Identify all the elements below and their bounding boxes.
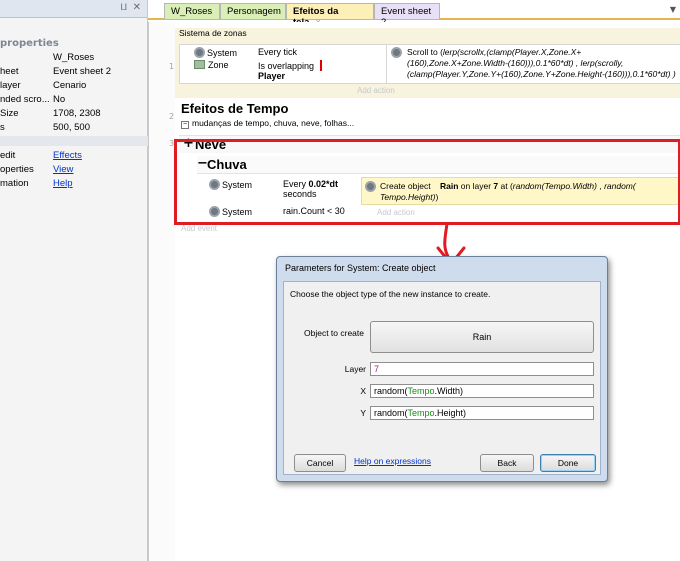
done-button[interactable]: Done xyxy=(540,454,596,472)
prop-row[interactable]: heet Event sheet 2 xyxy=(0,66,148,79)
properties-panel-header: ⨿ ✕ xyxy=(0,0,147,18)
prop-value: No xyxy=(53,94,66,105)
x-field[interactable]: random(Tempo.Width) xyxy=(370,384,594,398)
cancel-button[interactable]: Cancel xyxy=(294,454,346,472)
collapse-icon[interactable]: − xyxy=(181,121,189,129)
prop-key: s xyxy=(0,122,5,133)
create-object-dialog: Parameters for System: Create object Cho… xyxy=(276,256,608,482)
tab-event-sheet-2[interactable]: Event sheet 2 xyxy=(374,3,440,28)
prop-row[interactable]: operties View xyxy=(0,164,148,177)
tab-bar: W_Roses Personagem Efeitos da tela× Even… xyxy=(148,0,680,28)
event-group-efeitos[interactable]: Efeitos de Tempo − mudanças de tempo, chu… xyxy=(179,98,680,134)
tab-personagem[interactable]: Personagem xyxy=(220,3,286,19)
prop-row[interactable]: edit Effects xyxy=(0,150,148,163)
object-to-create-label: Object to create xyxy=(303,328,364,338)
pin-icon[interactable]: ⨿ xyxy=(121,3,127,13)
y-label: Y xyxy=(360,408,366,418)
tab-w-roses[interactable]: W_Roses xyxy=(164,3,220,19)
dialog-description: Choose the object type of the new instan… xyxy=(290,289,491,299)
line-number-column: 1 2 3 xyxy=(149,22,175,561)
condition-text[interactable]: Is overlapping Player xyxy=(258,60,323,81)
condition-object[interactable]: Zone xyxy=(194,60,229,70)
prop-value: W_Roses xyxy=(53,52,95,63)
dialog-title: Parameters for System: Create object xyxy=(285,263,436,273)
prop-key: operties xyxy=(0,164,34,175)
gear-icon xyxy=(194,47,205,58)
view-link[interactable]: View xyxy=(53,164,73,175)
group-title: Efeitos de Tempo xyxy=(181,101,289,116)
prop-row[interactable]: mation Help xyxy=(0,178,148,191)
close-icon[interactable]: ✕ xyxy=(133,2,141,13)
action-scroll-to[interactable]: Scroll to (lerp(scrollx,(clamp(Player.X,… xyxy=(407,47,679,80)
prop-value: Event sheet 2 xyxy=(53,66,112,77)
effects-link[interactable]: Effects xyxy=(53,150,82,161)
line-number: 1 xyxy=(169,62,175,71)
prop-value: 1708, 2308 xyxy=(53,108,101,119)
prop-key: heet xyxy=(0,66,19,77)
properties-title: properties xyxy=(0,38,59,49)
layer-field[interactable]: 7 xyxy=(370,362,594,376)
back-button[interactable]: Back xyxy=(480,454,534,472)
prop-key: edit xyxy=(0,150,16,161)
condition-text[interactable]: Every tick xyxy=(258,47,297,57)
line-number: 2 xyxy=(169,112,175,121)
highlight-frame xyxy=(174,139,680,225)
add-event-link[interactable]: Add event xyxy=(181,224,217,233)
prop-row[interactable]: W_Roses xyxy=(0,52,148,65)
event-row[interactable]: System Every tick Zone Is overlapping Pl… xyxy=(179,44,680,84)
prop-value: Cenario xyxy=(53,80,87,91)
properties-section-divider xyxy=(0,136,148,146)
prop-key: layer xyxy=(0,80,21,91)
zone-icon xyxy=(194,60,205,69)
group-title: Sistema de zonas xyxy=(179,28,247,38)
action-area[interactable]: Scroll to (lerp(scrollx,(clamp(Player.X,… xyxy=(386,45,680,83)
add-action-link[interactable]: Add action xyxy=(357,86,395,95)
properties-panel: ⨿ ✕ properties W_Roses heet Event sheet … xyxy=(0,0,148,561)
x-label: X xyxy=(360,386,366,396)
help-on-expressions-link[interactable]: Help on expressions xyxy=(354,456,431,466)
red-marker xyxy=(320,60,323,71)
prop-value: 500, 500 xyxy=(53,122,90,133)
chevron-down-icon[interactable]: ▼ xyxy=(670,5,676,14)
gear-icon xyxy=(391,47,402,58)
prop-row[interactable]: nded scro... No xyxy=(0,94,148,107)
prop-key: nded scro... xyxy=(0,94,50,105)
prop-key: mation xyxy=(0,178,29,189)
dialog-body: Choose the object type of the new instan… xyxy=(283,281,601,475)
prop-row[interactable]: Size 1708, 2308 xyxy=(0,108,148,121)
prop-key: Size xyxy=(0,108,19,119)
help-link[interactable]: Help xyxy=(53,178,73,189)
object-to-create-button[interactable]: Rain xyxy=(370,321,594,353)
layer-label: Layer xyxy=(344,364,366,374)
y-field[interactable]: random(Tempo.Height) xyxy=(370,406,594,420)
group-subtitle: − mudanças de tempo, chuva, neve, folhas.… xyxy=(181,118,355,129)
tab-efeitos-da-tela[interactable]: Efeitos da tela× xyxy=(286,3,374,28)
prop-row[interactable]: s 500, 500 xyxy=(0,122,148,135)
prop-row[interactable]: layer Cenario xyxy=(0,80,148,93)
condition-object[interactable]: System xyxy=(194,47,237,58)
